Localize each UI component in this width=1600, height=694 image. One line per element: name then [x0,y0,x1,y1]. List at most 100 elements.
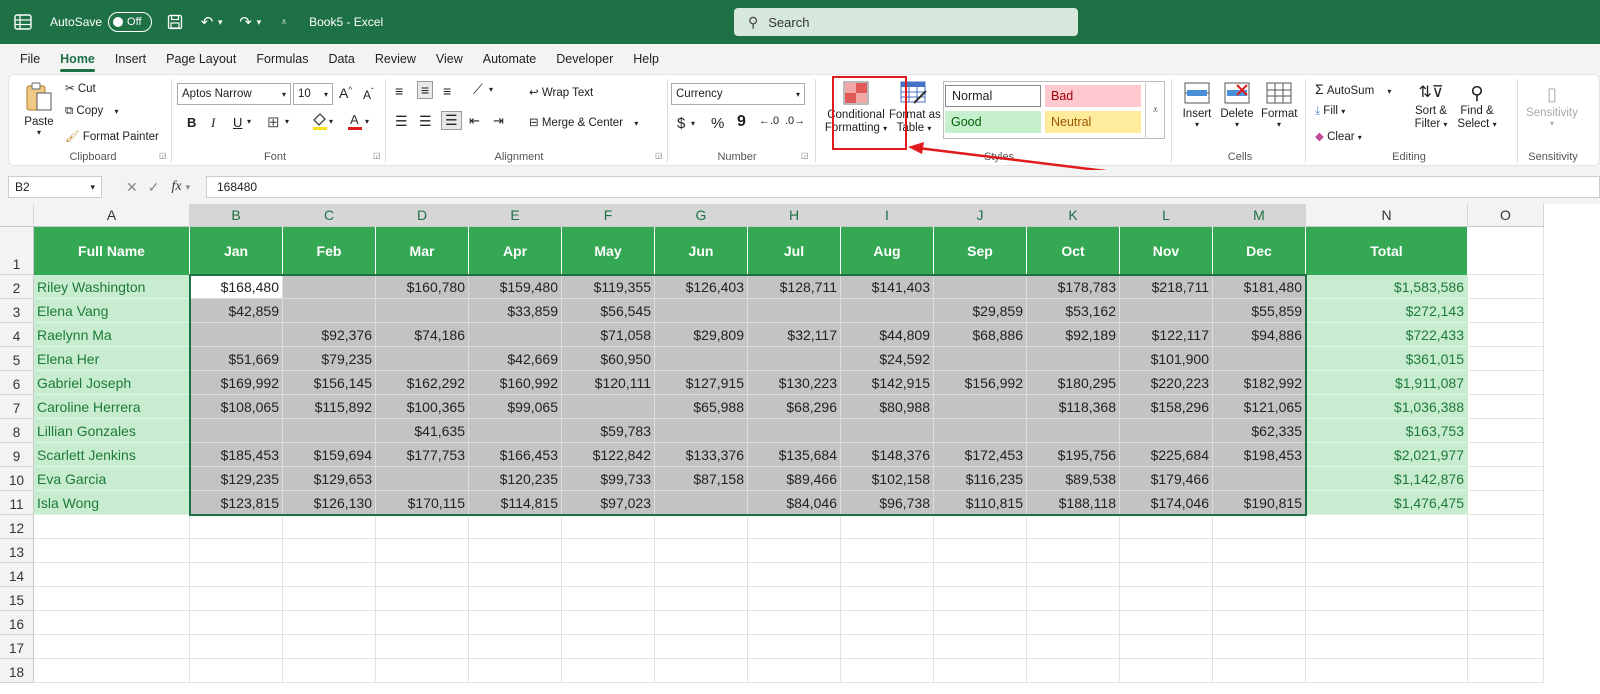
value-cell[interactable]: $188,118 [1027,491,1120,515]
total-cell[interactable]: $361,015 [1306,347,1468,371]
value-cell[interactable]: $159,694 [283,443,376,467]
column-header-j[interactable]: J [934,204,1027,227]
value-cell[interactable]: $92,189 [1027,323,1120,347]
name-cell[interactable]: Riley Washington [34,275,190,299]
value-cell[interactable]: $220,223 [1120,371,1213,395]
fx-dropdown-icon[interactable]: ▾ [186,182,191,193]
value-cell[interactable]: $114,815 [469,491,562,515]
row-header-16[interactable]: 16 [0,611,34,635]
menu-view[interactable]: View [436,52,463,66]
value-cell[interactable] [376,347,469,371]
clipboard-launcher-icon[interactable]: ◲ [159,151,167,160]
column-header-m[interactable]: M [1213,204,1306,227]
decrease-decimal-icon[interactable]: .0→ [785,115,805,127]
value-cell[interactable]: $127,915 [655,371,748,395]
name-cell[interactable]: Scarlett Jenkins [34,443,190,467]
value-cell[interactable]: $218,711 [1120,275,1213,299]
value-cell[interactable] [1027,347,1120,371]
value-cell[interactable] [1213,467,1306,491]
save-icon[interactable] [166,13,184,31]
value-cell[interactable]: $180,295 [1027,371,1120,395]
value-cell[interactable]: $118,368 [1027,395,1120,419]
value-cell[interactable] [190,323,283,347]
total-cell[interactable]: $1,583,586 [1306,275,1468,299]
value-cell[interactable]: $108,065 [190,395,283,419]
value-cell[interactable]: $174,046 [1120,491,1213,515]
value-cell[interactable]: $51,669 [190,347,283,371]
number-launcher-icon[interactable]: ◲ [801,151,809,160]
value-cell[interactable] [748,419,841,443]
value-cell[interactable]: $115,892 [283,395,376,419]
redo-dropdown-icon[interactable]: ▾ [257,17,262,28]
value-cell[interactable]: $160,780 [376,275,469,299]
value-cell[interactable]: $129,653 [283,467,376,491]
value-cell[interactable]: $179,466 [1120,467,1213,491]
value-cell[interactable]: $68,886 [934,323,1027,347]
value-cell[interactable]: $33,859 [469,299,562,323]
format-painter-button[interactable]: 🖌 Format Painter [65,129,159,143]
value-cell[interactable]: $181,480 [1213,275,1306,299]
font-size-select[interactable]: 10 ▾ [293,83,333,105]
column-header-n[interactable]: N [1306,204,1468,227]
value-cell[interactable]: $141,403 [841,275,934,299]
cut-button[interactable]: ✂ Cut [65,81,96,95]
value-cell[interactable]: $182,992 [1213,371,1306,395]
value-cell[interactable] [283,419,376,443]
value-cell[interactable]: $79,235 [283,347,376,371]
total-cell[interactable]: $1,036,388 [1306,395,1468,419]
row-header-14[interactable]: 14 [0,563,34,587]
find-select-button[interactable]: ⚲ Find & Select ▾ [1457,81,1497,131]
name-cell[interactable]: Isla Wong [34,491,190,515]
bold-button[interactable]: B [187,115,196,130]
font-color-dropdown-icon[interactable]: ▾ [365,117,369,126]
name-box[interactable]: B2 ▾ [8,176,102,198]
row-header-5[interactable]: 5 [0,347,34,371]
style-good[interactable]: Good [945,111,1041,133]
value-cell[interactable]: $129,235 [190,467,283,491]
row-header-6[interactable]: 6 [0,371,34,395]
value-cell[interactable]: $126,130 [283,491,376,515]
insert-function-button[interactable]: fx [171,179,181,195]
bottom-align-icon[interactable]: ≡ [443,83,451,99]
value-cell[interactable]: $97,023 [562,491,655,515]
value-cell[interactable]: $92,376 [283,323,376,347]
copy-button[interactable]: ⧉ Copy ▾ [65,105,119,118]
middle-align-icon[interactable]: ≡ [417,81,434,99]
value-cell[interactable]: $120,235 [469,467,562,491]
row-header-4[interactable]: 4 [0,323,34,347]
increase-indent-icon[interactable]: ⇥ [493,113,504,129]
value-cell[interactable]: $122,117 [1120,323,1213,347]
value-cell[interactable]: $68,296 [748,395,841,419]
column-header-i[interactable]: I [841,204,934,227]
menu-developer[interactable]: Developer [556,52,613,66]
value-cell[interactable]: $169,992 [190,371,283,395]
value-cell[interactable]: $29,809 [655,323,748,347]
comma-style-button[interactable]: 9 [737,113,746,131]
autosave-toggle[interactable]: Off [108,12,153,32]
value-cell[interactable]: $133,376 [655,443,748,467]
header-cell-mar[interactable]: Mar [376,227,469,275]
value-cell[interactable] [934,395,1027,419]
row-header-15[interactable]: 15 [0,587,34,611]
column-header-c[interactable]: C [283,204,376,227]
value-cell[interactable]: $158,296 [1120,395,1213,419]
value-cell[interactable]: $89,538 [1027,467,1120,491]
value-cell[interactable]: $123,815 [190,491,283,515]
name-cell[interactable]: Raelynn Ma [34,323,190,347]
column-header-g[interactable]: G [655,204,748,227]
menu-insert[interactable]: Insert [115,52,146,66]
value-cell[interactable]: $110,815 [934,491,1027,515]
value-cell[interactable] [190,419,283,443]
value-cell[interactable] [655,347,748,371]
clear-button[interactable]: ◆ Clear ▾ [1315,129,1362,143]
align-left-icon[interactable]: ☰ [395,113,408,130]
total-cell[interactable]: $1,476,475 [1306,491,1468,515]
value-cell[interactable]: $156,145 [283,371,376,395]
value-cell[interactable]: $62,335 [1213,419,1306,443]
header-cell-oct[interactable]: Oct [1027,227,1120,275]
value-cell[interactable]: $225,684 [1120,443,1213,467]
underline-button[interactable]: U [233,115,242,130]
value-cell[interactable] [841,419,934,443]
font-color-icon[interactable]: A [347,111,363,134]
style-neutral[interactable]: Neutral [1045,111,1141,133]
